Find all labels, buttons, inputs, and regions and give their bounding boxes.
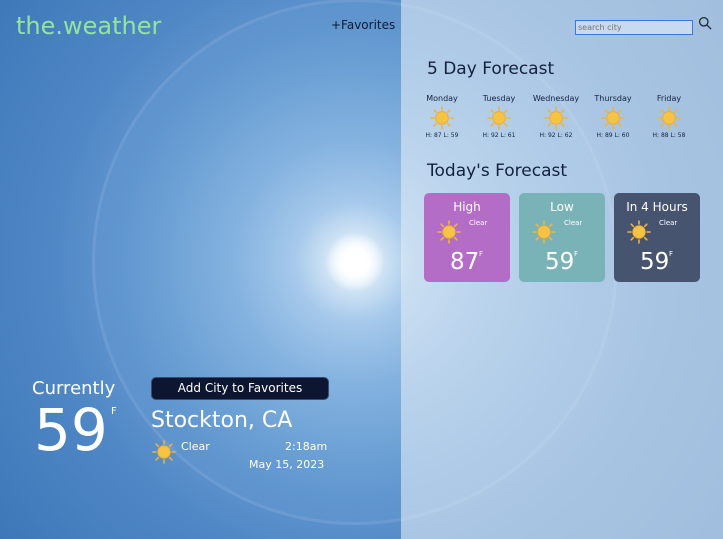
current-temperature: 59 xyxy=(34,396,108,464)
sun-icon xyxy=(152,440,176,464)
sun-icon xyxy=(601,106,625,130)
card-condition: Clear xyxy=(469,219,488,227)
low-card: Low Clear 59 F xyxy=(519,193,605,282)
current-date: May 15, 2023 xyxy=(249,458,325,471)
sun-icon xyxy=(657,106,681,130)
card-temperature: 87 xyxy=(450,249,480,275)
app-logo[interactable]: the.weather xyxy=(16,12,161,40)
card-temperature: 59 xyxy=(545,249,575,275)
sun-icon xyxy=(544,106,568,130)
card-title: Low xyxy=(550,200,574,214)
current-temperature-unit: F xyxy=(111,406,117,417)
sun-icon xyxy=(430,106,454,130)
card-temperature: 59 xyxy=(640,249,670,275)
search-icon[interactable] xyxy=(698,16,712,30)
card-condition: Clear xyxy=(564,219,583,227)
sun-icon xyxy=(627,220,651,244)
sun-icon xyxy=(487,106,511,130)
favorites-link[interactable]: +Favorites xyxy=(331,18,395,32)
card-unit: F xyxy=(479,250,484,258)
search-box xyxy=(575,15,693,35)
forecast-day: Friday H: 88 L: 58 xyxy=(634,94,704,139)
add-city-to-favorites-button[interactable]: Add City to Favorites xyxy=(151,377,329,400)
card-title: In 4 Hours xyxy=(626,200,688,214)
current-condition: Clear xyxy=(181,440,210,453)
card-condition: Clear xyxy=(659,219,678,227)
card-title: High xyxy=(453,200,481,214)
sun-icon xyxy=(437,220,461,244)
card-unit: F xyxy=(574,250,579,258)
day-name: Friday xyxy=(656,94,682,103)
sun-glow xyxy=(325,232,385,292)
city-name: Stockton, CA xyxy=(151,408,293,433)
card-unit: F xyxy=(669,250,674,258)
todays-forecast-title: Today's Forecast xyxy=(427,161,568,181)
high-card: High Clear 87 F xyxy=(424,193,510,282)
current-time: 2:18am xyxy=(285,440,328,453)
in-4-hours-card: In 4 Hours Clear 59 F xyxy=(614,193,700,282)
five-day-forecast-title: 5 Day Forecast xyxy=(427,59,555,79)
sun-icon xyxy=(532,220,556,244)
search-input[interactable] xyxy=(575,20,693,35)
day-high-low: H: 88 L: 58 xyxy=(652,132,686,139)
